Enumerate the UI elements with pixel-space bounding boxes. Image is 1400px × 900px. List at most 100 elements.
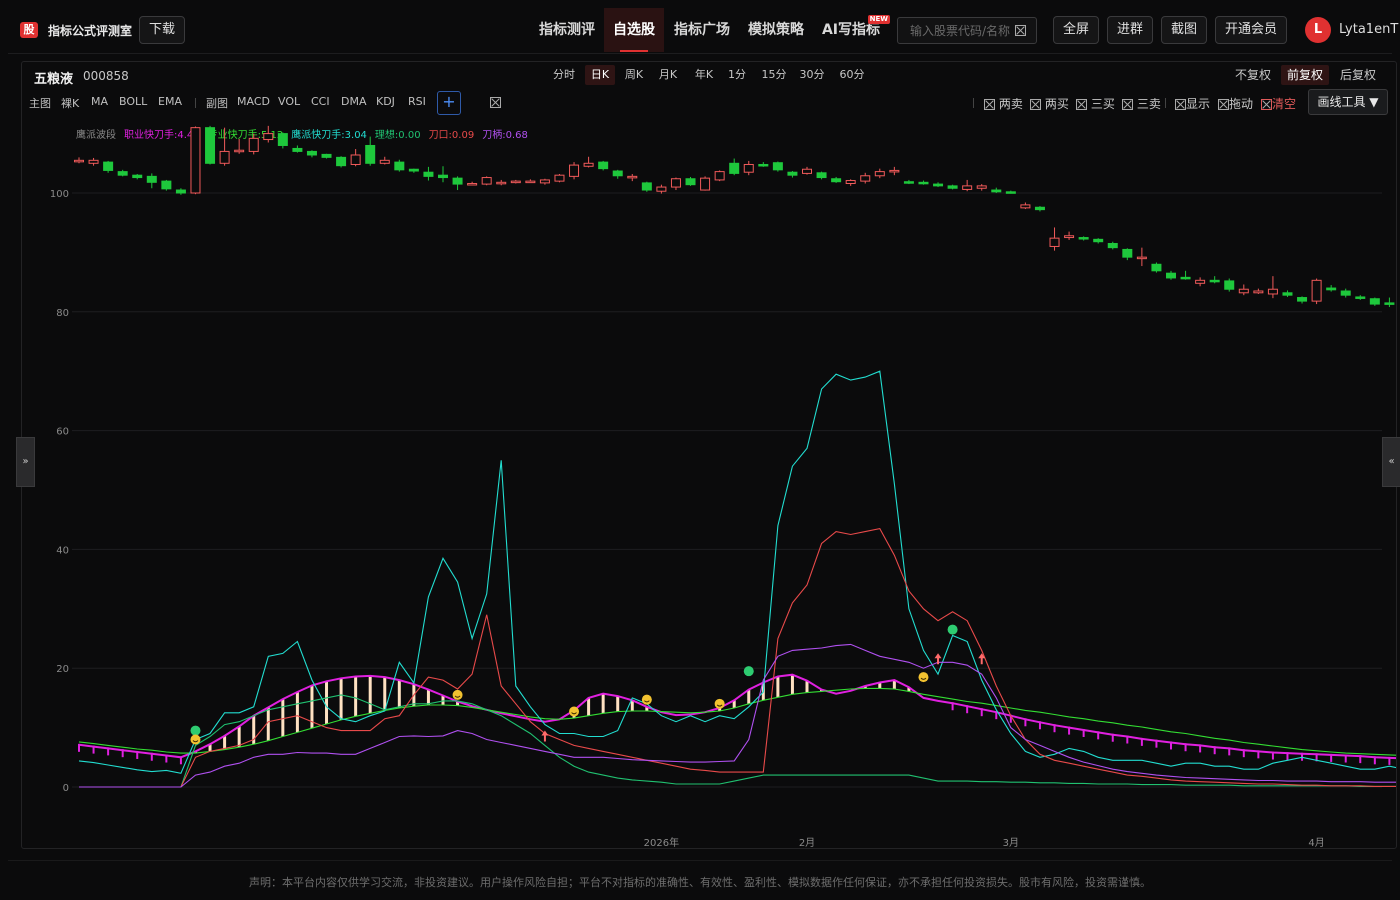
tool-show[interactable]: 显示 xyxy=(1175,95,1210,112)
tool-three-sell[interactable]: 三卖 xyxy=(1122,95,1161,112)
candle xyxy=(874,171,885,177)
adjust-forward[interactable]: 前复权 xyxy=(1281,65,1329,85)
left-expand-tab[interactable]: » xyxy=(16,437,35,487)
period-15min[interactable]: 15分 xyxy=(759,65,789,85)
sub-indicator-rsi[interactable]: RSI xyxy=(408,95,426,108)
period-60min[interactable]: 60分 xyxy=(837,65,867,85)
nav-ai-indicator[interactable]: AI写指标 NEW xyxy=(820,8,890,52)
search-icon[interactable] xyxy=(1015,25,1026,36)
candle xyxy=(962,185,973,190)
candle xyxy=(729,162,740,174)
legend-item: 职业快刀手:4.43 xyxy=(124,128,200,141)
join-group-button[interactable]: 进群 xyxy=(1107,16,1153,44)
screenshot-button[interactable]: 截图 xyxy=(1161,16,1207,44)
candle xyxy=(74,159,84,163)
candle xyxy=(146,175,157,183)
tool-label: 两卖 xyxy=(998,97,1023,111)
smile-marker xyxy=(569,706,580,717)
candle xyxy=(976,185,987,189)
download-button[interactable]: 下载 xyxy=(139,16,185,44)
series-line xyxy=(79,527,1396,788)
close-indicator-icon[interactable] xyxy=(490,97,501,108)
period-day[interactable]: 日K xyxy=(585,65,615,85)
tool-label: 三卖 xyxy=(1136,97,1161,111)
avatar[interactable]: L xyxy=(1305,17,1331,43)
membership-button[interactable]: 开通会员 xyxy=(1215,16,1287,44)
candle xyxy=(1253,290,1264,294)
candle xyxy=(1151,263,1162,272)
tool-clear[interactable]: 清空 xyxy=(1261,95,1296,112)
candle xyxy=(1107,242,1118,249)
candle xyxy=(831,178,842,183)
candle xyxy=(1136,256,1147,260)
tool-two-buy[interactable]: 两买 xyxy=(1030,95,1069,112)
divider xyxy=(1165,98,1166,108)
y-tick-label: 60 xyxy=(56,427,69,438)
sub-indicator-macd[interactable]: MACD xyxy=(237,95,270,108)
tool-drag[interactable]: 拖动 xyxy=(1218,95,1253,112)
period-week[interactable]: 周K xyxy=(620,65,648,85)
candle xyxy=(1355,296,1366,299)
kline-chart[interactable]: 0204060801001202026年2月3月4月鹰派波段职业快刀手:4.43… xyxy=(22,116,1396,848)
nav-watchlist[interactable]: 自选股 xyxy=(604,8,664,52)
adjust-none[interactable]: 不复权 xyxy=(1232,65,1274,85)
nav-indicator-eval[interactable]: 指标测评 xyxy=(533,8,601,52)
candle xyxy=(496,181,507,185)
candle xyxy=(889,169,900,173)
tool-three-buy[interactable]: 三买 xyxy=(1076,95,1115,112)
candle xyxy=(743,163,754,173)
nav-sim-strategy[interactable]: 模拟策略 xyxy=(742,8,810,52)
main-indicator-ma[interactable]: MA xyxy=(91,95,108,108)
candle xyxy=(379,159,390,164)
y-tick-label: 80 xyxy=(56,308,69,319)
tool-two-sell[interactable]: 两卖 xyxy=(984,95,1023,112)
legend-item: 鹰派快刀手:3.04 xyxy=(291,128,367,141)
candle xyxy=(452,177,463,185)
checkbox-icon xyxy=(1076,99,1087,110)
stock-code: 000858 xyxy=(83,69,129,83)
checkbox-icon xyxy=(984,99,995,110)
candle xyxy=(933,183,944,187)
period-timeshare[interactable]: 分时 xyxy=(550,65,578,85)
y-tick-label: 100 xyxy=(50,189,69,200)
series-line xyxy=(79,694,1396,788)
main-indicator-bare-k[interactable]: 裸K xyxy=(61,95,79,111)
candle xyxy=(1282,292,1293,296)
candle xyxy=(1238,288,1249,294)
candle xyxy=(103,161,114,171)
main-indicator-boll[interactable]: BOLL xyxy=(119,95,147,108)
draw-tools-button[interactable]: 画线工具 ▼ xyxy=(1308,89,1388,115)
period-month[interactable]: 月K xyxy=(654,65,682,85)
sub-indicator-cci[interactable]: CCI xyxy=(311,95,330,108)
smile-marker xyxy=(641,694,652,705)
adjust-backward[interactable]: 后复权 xyxy=(1336,65,1380,85)
candle xyxy=(903,181,914,184)
nav-indicator-square[interactable]: 指标广场 xyxy=(668,8,736,52)
period-1min[interactable]: 1分 xyxy=(725,65,749,85)
username[interactable]: Lyta1enT xyxy=(1339,22,1398,37)
candle xyxy=(1078,237,1089,240)
period-30min[interactable]: 30分 xyxy=(797,65,827,85)
candle xyxy=(583,162,594,167)
sub-indicator-kdj[interactable]: KDJ xyxy=(376,95,395,108)
fullscreen-button[interactable]: 全屏 xyxy=(1053,16,1099,44)
candle xyxy=(554,174,565,182)
candle xyxy=(263,133,274,141)
candle xyxy=(670,178,681,188)
candle xyxy=(1180,276,1191,280)
sub-indicator-dma[interactable]: DMA xyxy=(341,95,367,108)
candle xyxy=(1267,288,1278,295)
add-indicator-button[interactable]: + xyxy=(437,91,461,115)
candle xyxy=(350,154,361,165)
candle xyxy=(321,153,332,158)
main-indicator-ema[interactable]: EMA xyxy=(158,95,182,108)
period-year[interactable]: 年K xyxy=(690,65,718,85)
search-input[interactable] xyxy=(908,23,1017,39)
stock-search[interactable] xyxy=(897,17,1037,44)
sub-indicator-vol[interactable]: VOL xyxy=(278,95,300,108)
candle xyxy=(1326,287,1337,291)
candle xyxy=(306,150,317,156)
candle xyxy=(117,171,128,176)
right-expand-tab[interactable]: « xyxy=(1382,437,1400,487)
new-badge: NEW xyxy=(867,15,890,24)
